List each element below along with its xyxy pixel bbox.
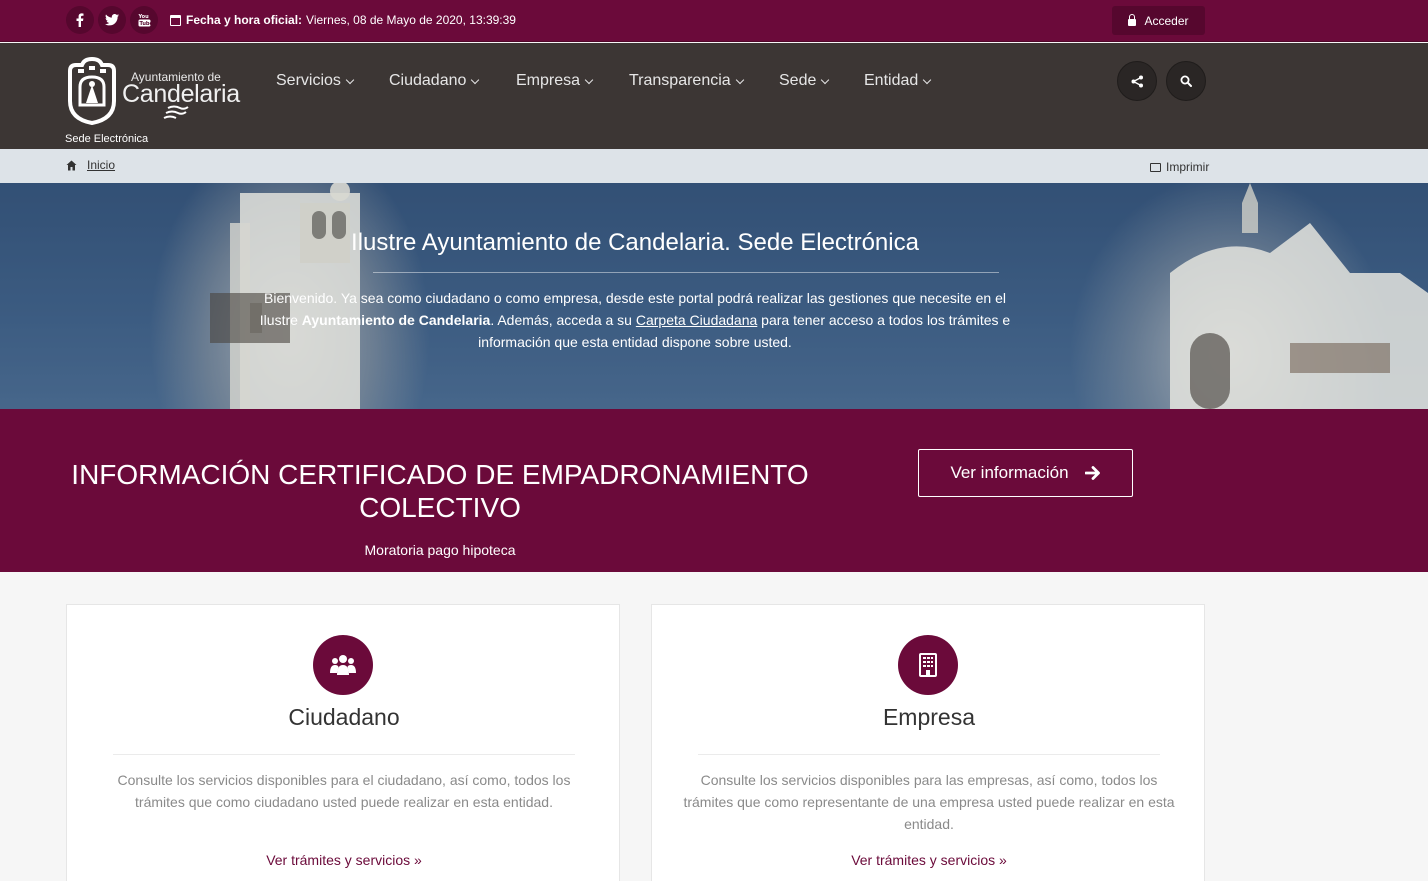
nav-transparencia[interactable]: Transparencia [629, 72, 744, 90]
hero-welcome-text: Bienvenido. Ya sea como ciudadano o como… [255, 287, 1015, 353]
card-divider [698, 754, 1160, 755]
hero-text-bold: Ayuntamiento de Candelaria [301, 312, 491, 328]
share-button[interactable] [1117, 61, 1157, 101]
official-datetime: Fecha y hora oficial: Viernes, 08 de May… [170, 13, 516, 27]
print-button[interactable]: Imprimir [1150, 160, 1209, 174]
breadcrumb-home-link[interactable]: Inicio [87, 158, 115, 172]
chevron-down-icon [821, 75, 830, 84]
municipal-shield-logo[interactable] [66, 57, 118, 125]
nav-label: Sede [779, 72, 817, 89]
printer-icon [1150, 162, 1161, 172]
nav-ciudadano[interactable]: Ciudadano [389, 72, 480, 90]
chevron-down-icon [345, 75, 355, 84]
svg-text:Tube: Tube [139, 21, 151, 27]
datetime-value: Viernes, 08 de Mayo de 2020, 13:39:39 [306, 13, 516, 27]
ver-tramites-empresa-link[interactable]: Ver trámites y servicios » [652, 852, 1206, 868]
card-empresa: Empresa Consulte los servicios disponibl… [651, 604, 1205, 881]
datetime-label: Fecha y hora oficial: [186, 13, 303, 27]
twitter-icon[interactable] [98, 6, 126, 34]
carpeta-ciudadana-link[interactable]: Carpeta Ciudadana [636, 312, 757, 328]
nav-label: Transparencia [629, 72, 731, 89]
promo-band: INFORMACIÓN CERTIFICADO DE EMPADRONAMIEN… [0, 409, 1428, 572]
search-button[interactable] [1166, 61, 1206, 101]
hero-banner: Ilustre Ayuntamiento de Candelaria. Sede… [0, 183, 1428, 409]
promo-subtitle: Moratoria pago hipoteca [364, 542, 516, 558]
chevron-down-icon [923, 75, 932, 84]
youtube-icon[interactable]: YouTube [130, 6, 158, 34]
nav-label: Entidad [864, 72, 919, 89]
card-title: Empresa [882, 704, 976, 730]
login-label: Acceder [1144, 13, 1189, 28]
logo-subtitle: Sede Electrónica [65, 133, 149, 145]
nav-servicios[interactable]: Servicios [276, 72, 355, 90]
chevron-down-icon [735, 75, 744, 84]
nav-label: Ciudadano [389, 72, 467, 89]
arrow-right-icon [1084, 466, 1100, 480]
card-title: Ciudadano [288, 704, 400, 730]
card-description: Consulte los servicios disponibles para … [117, 772, 571, 810]
nav-entidad[interactable]: Entidad [864, 72, 932, 90]
card-divider [113, 754, 575, 755]
main-header: Ayuntamiento de Candelaria Sede Electrón… [0, 43, 1428, 149]
nav-label: Empresa [516, 72, 581, 89]
hero-text-part: . Además, acceda a su [490, 312, 636, 328]
facebook-icon[interactable] [66, 6, 94, 34]
nav-empresa[interactable]: Empresa [516, 72, 594, 90]
share-icon [1131, 75, 1143, 87]
chevron-down-icon [584, 75, 594, 84]
nav-sede[interactable]: Sede [779, 72, 830, 90]
promo-title: INFORMACIÓN CERTIFICADO DE EMPADRONAMIEN… [71, 459, 809, 523]
calendar-icon [170, 14, 181, 26]
building-icon [898, 635, 958, 695]
church-facade-image [1170, 183, 1428, 409]
ver-tramites-ciudadano-link[interactable]: Ver trámites y servicios » [67, 852, 621, 868]
login-button[interactable]: Acceder [1112, 6, 1205, 35]
chevron-down-icon [471, 75, 480, 84]
hero-title: Ilustre Ayuntamiento de Candelaria. Sede… [351, 229, 919, 256]
card-description: Consulte los servicios disponibles para … [683, 772, 1175, 832]
top-bar: YouTube Fecha y hora oficial: Viernes, 0… [0, 0, 1428, 42]
search-icon [1180, 75, 1192, 87]
print-label: Imprimir [1166, 160, 1210, 174]
nav-label: Servicios [276, 72, 341, 89]
home-icon [66, 160, 77, 171]
breadcrumb: Inicio Imprimir [0, 149, 1428, 183]
lock-icon [1128, 13, 1137, 26]
ver-informacion-label: Ver información [950, 463, 1069, 482]
card-ciudadano: Ciudadano Consulte los servicios disponi… [66, 604, 620, 881]
svg-text:You: You [138, 14, 149, 20]
waves-icon [163, 105, 189, 119]
users-icon [313, 635, 373, 695]
hero-divider [373, 272, 999, 273]
ver-informacion-button[interactable]: Ver información [918, 449, 1133, 497]
